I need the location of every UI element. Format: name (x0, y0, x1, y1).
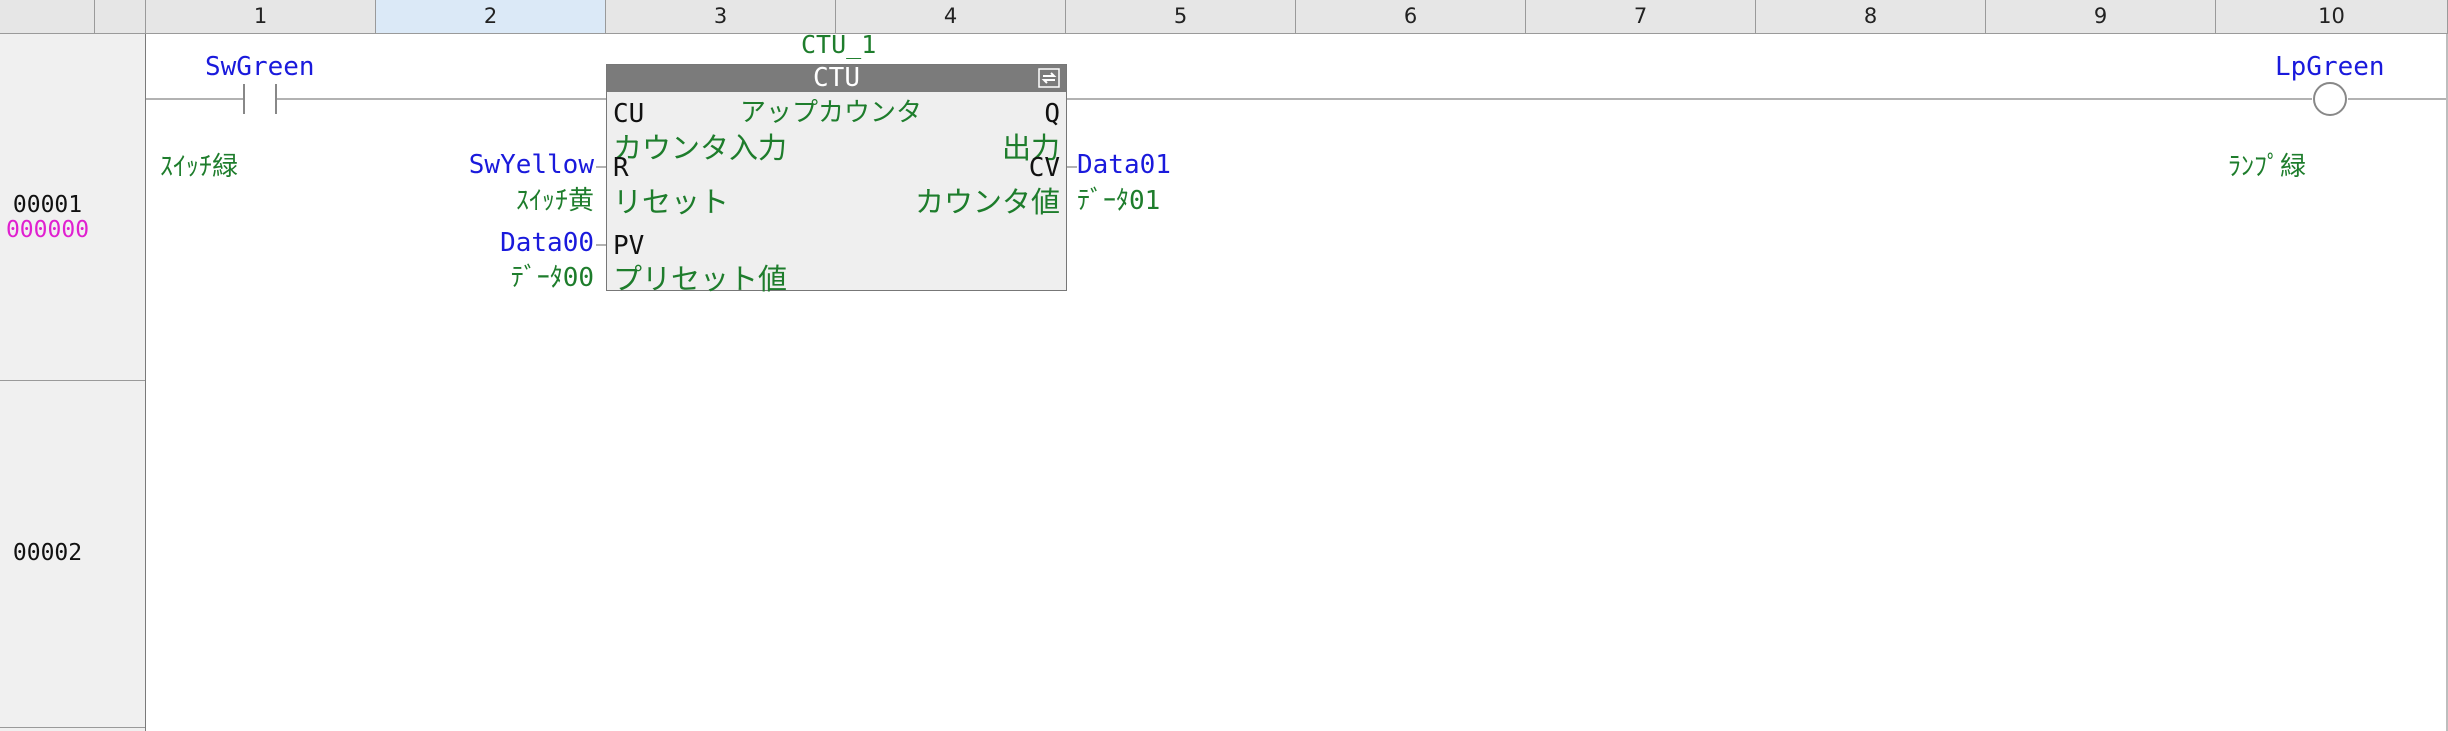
fb-type-header: CTU (607, 65, 1066, 92)
fb-output-cv-variable[interactable]: Data01 (1077, 150, 1171, 180)
contact-variable[interactable]: SwGreen (205, 52, 315, 82)
fb-instance-name[interactable]: CTU_1 (801, 30, 876, 59)
fb-pin-cv-desc: カウンタ値 (914, 185, 1060, 219)
fb-input-r-variable[interactable]: SwYellow (469, 150, 594, 180)
coil-comment: ﾗﾝﾌﾟ緑 (2228, 152, 2307, 182)
function-block-ctu[interactable]: CTU アップカウンタ CU Q カウンタ入力 出力 R CV リセット カウン… (606, 64, 1067, 296)
contact-comment: ｽｲｯﾁ緑 (160, 152, 239, 182)
fb-output-cv-comment: ﾃﾞｰﾀ01 (1077, 186, 1161, 216)
coil-symbol[interactable] (2313, 82, 2347, 116)
fb-type-name: CTU (813, 65, 860, 92)
fb-pin-pv-desc: プリセット値 (613, 262, 788, 296)
fb-input-r-comment: ｽｲｯﾁ黄 (515, 186, 594, 216)
coil-variable[interactable]: LpGreen (2275, 52, 2385, 82)
fb-comment: アップカウンタ (740, 98, 923, 128)
ladder-rung-graphics (146, 82, 2446, 246)
fb-input-pv-variable[interactable]: Data00 (500, 228, 594, 258)
refresh-icon[interactable] (1038, 68, 1060, 88)
fb-pin-r-desc: リセット (613, 185, 730, 219)
contact-symbol[interactable] (243, 84, 277, 114)
fb-input-pv-comment: ﾃﾞｰﾀ00 (510, 263, 594, 293)
fb-pin-cu-desc: カウンタ入力 (613, 131, 788, 165)
